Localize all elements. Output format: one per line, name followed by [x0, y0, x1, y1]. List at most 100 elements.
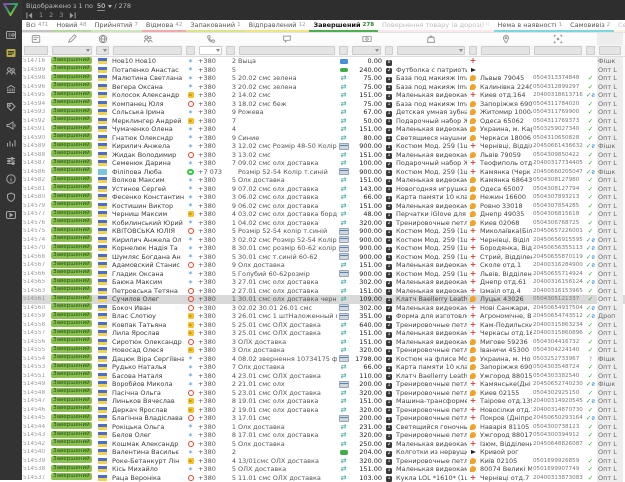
table-row[interactable]: 514553ЗавершенийРудько Наталья*+3807Олх … — [22, 363, 625, 372]
tab-declined[interactable]: Відмова42 — [142, 20, 186, 32]
table-row[interactable]: 514548ЗавершенийПасічна Ольга+380523.01 … — [22, 389, 625, 398]
filter-input-check[interactable] — [586, 46, 595, 55]
filter-input-qty[interactable] — [226, 46, 235, 55]
filter-input-flag[interactable] — [96, 46, 109, 55]
table-row[interactable]: 514587ЗавершенийСеменюк Дарина*+380709.0… — [22, 159, 625, 168]
filter-input-product[interactable] — [397, 46, 465, 55]
table-row[interactable]: 514537ЗавершенийРаца Вероніка+380511.01 … — [22, 474, 625, 482]
table-row[interactable]: 514554ЗавершенийДацюк Віра Сергіївна*+38… — [22, 355, 625, 364]
sidebar-item-video[interactable] — [0, 206, 22, 224]
table-row[interactable]: 514570ЗавершенийКорнелюк Надія Та*+38083… — [22, 244, 625, 253]
column-header-src[interactable] — [184, 33, 197, 45]
table-row[interactable]: 514593ЗавершенийСольська Ірина*+3809Роже… — [22, 108, 625, 117]
column-header-comment[interactable] — [237, 33, 337, 45]
table-row[interactable]: 514538ЗавершенийКісь Михайло*+3805ОЛХ до… — [22, 465, 625, 474]
filter-input-src[interactable] — [186, 46, 195, 55]
filter-input-pqty[interactable] — [385, 46, 393, 55]
sidebar-item-dashboard[interactable] — [0, 26, 22, 44]
table-row[interactable]: 514591ЗавершенийЧумаченко Олена*+3804⇄15… — [22, 125, 625, 134]
table-row[interactable]: 514595ЗавершенийКолосок Александрlc+3802… — [22, 91, 625, 100]
table-row[interactable]: 514567ЗавершенийАдамовский Станис+3809Ол… — [22, 261, 625, 270]
tab-pickup[interactable]: Самовивіз2 — [566, 20, 614, 32]
filter-input-tracking[interactable] — [534, 46, 582, 55]
column-header-check[interactable] — [584, 33, 597, 45]
last-page-icon[interactable] — [69, 12, 76, 19]
table-row[interactable]: 514561ЗавершенийСучилов Олег+380130.01 с… — [22, 295, 625, 304]
table-row[interactable]: 514565ЗавершенийБаюка Максим*+380327.01 … — [22, 278, 625, 287]
table-row[interactable]: 514543ЗавершенийБелов Олег*+380817.01 см… — [22, 431, 625, 440]
table-row[interactable]: 514563ЗавершенийПетровська Тетяна+380227… — [22, 287, 625, 296]
sidebar-item-clients[interactable] — [0, 62, 22, 80]
tab-packed[interactable]: Запакований1 — [186, 20, 244, 32]
sidebar-item-marketing[interactable] — [0, 116, 22, 134]
sidebar-item-settings[interactable] — [0, 152, 22, 170]
table-row[interactable]: 514582ЗавершенийВолков Максим*+3805Олх д… — [22, 176, 625, 185]
page-number[interactable]: 3 — [59, 11, 63, 19]
table-row[interactable]: 514568ЗавершенийШумляс Богдана Ан*+38053… — [22, 253, 625, 262]
filter-input-id[interactable] — [24, 46, 48, 55]
tab-accepted[interactable]: Прийнятий7 — [91, 20, 142, 32]
table-row[interactable]: 514558ЗавершенийКовпак Татьянаlc+380525.… — [22, 321, 625, 330]
sidebar-item-support[interactable] — [0, 188, 22, 206]
column-header-tracking[interactable] — [532, 33, 584, 45]
table-row[interactable]: 514540ЗавершенийВалентина Васильє*+38022… — [22, 448, 625, 457]
table-row[interactable]: 514556ЗавершенийСиротюк Олександр+3803ОЛ… — [22, 338, 625, 347]
table-row[interactable]: 514574ЗавершенийКирилич Анжела Ол*+38030… — [22, 236, 625, 245]
table-row[interactable]: 514542ЗавершенийКошмак Александр+3805Олх… — [22, 440, 625, 449]
table-row[interactable]: 514557ЗавершенийЛила Ярославlc+380325.01… — [22, 329, 625, 338]
table-row[interactable]: 514544ЗавершенийРокіцька Ольга*+3801Олх … — [22, 423, 625, 432]
table-row[interactable]: 514589ЗавершенийКирилич Анжела*+380312.0… — [22, 142, 625, 151]
column-header-tag[interactable] — [597, 33, 623, 45]
column-header-city[interactable] — [479, 33, 532, 45]
filter-input-tag[interactable] — [599, 46, 621, 55]
tab-new[interactable]: Новий48 — [52, 20, 90, 32]
filter-input-ship[interactable] — [469, 46, 477, 55]
table-row[interactable]: 514555ЗавершенийНовосад Олесяlc+3803Олх … — [22, 346, 625, 355]
table-row[interactable]: 514575ЗавершенийКВІТОВСЬКА ЮЛІЯ+3805Розм… — [22, 227, 625, 236]
first-page-icon[interactable] — [26, 12, 33, 19]
table-row[interactable]: 514580ЗавершенийФесенко Константин*+3803… — [22, 193, 625, 202]
tab-completed[interactable]: Завершений278 — [309, 20, 378, 32]
table-row[interactable]: 514566ЗавершенийГладик Оксана*+3805Голуб… — [22, 270, 625, 279]
app-logo-icon[interactable] — [3, 3, 18, 18]
sidebar-item-bank[interactable] — [0, 80, 22, 98]
table-row[interactable]: 514549ЗавершенийВоробйов Микола*+380221.… — [22, 380, 625, 389]
table-row[interactable]: 514579ЗавершенийКостишин Виктор*+380906.… — [22, 202, 625, 211]
sidebar-item-sales[interactable] — [0, 98, 22, 116]
column-header-pay[interactable] — [337, 33, 350, 45]
table-row[interactable]: 514559ЗавершенийВлас Слотюуlc+380326.01 … — [22, 312, 625, 321]
column-header-ship[interactable] — [467, 33, 479, 45]
filter-input-comment[interactable] — [239, 46, 335, 55]
table-row[interactable]: 514551ЗавершенийБасова Наталя*+380423.01… — [22, 372, 625, 381]
filter-input-city[interactable] — [481, 46, 530, 55]
table-row[interactable]: 514716ЗавершенийНов10 Нов10*+3802Выца0.0… — [22, 57, 625, 66]
table-row[interactable]: 514596ЗавершенийВегера Оксана*+380320.02… — [22, 83, 625, 92]
table-row[interactable]: 514590ЗавершенийГнатюк Олексндр*+3809Син… — [22, 134, 625, 143]
column-header-product[interactable] — [395, 33, 467, 45]
table-row[interactable]: 514581ЗавершенийУстинов Сергей*+380907.0… — [22, 185, 625, 194]
sidebar-item-info[interactable] — [0, 170, 22, 188]
column-header-pqty[interactable] — [383, 33, 395, 45]
tab-shipped[interactable]: Відправлений12 — [245, 20, 310, 32]
tab-services[interactable]: Сервіси0 — [614, 20, 625, 32]
filter-input-price[interactable] — [352, 46, 381, 55]
sidebar-item-analytics[interactable] — [0, 134, 22, 152]
table-row[interactable]: 514592ЗавершенийМерклингер Андрейlc+3807… — [22, 117, 625, 126]
filter-input-pay[interactable] — [339, 46, 348, 55]
column-header-qty[interactable] — [224, 33, 237, 45]
column-header-id[interactable] — [22, 33, 50, 45]
table-row[interactable]: 514577ЗавершенийЧерниш Максимlc+380403.0… — [22, 210, 625, 219]
filter-input-name[interactable] — [113, 46, 182, 55]
column-header-price[interactable] — [350, 33, 383, 45]
table-row[interactable]: 514586ЗавершенийФіліпова Люба+7 073Розмі… — [22, 168, 625, 177]
page-number[interactable]: 1 — [39, 11, 43, 19]
table-row[interactable]: 514576ЗавершенийКобилинський Юрий*+38010… — [22, 219, 625, 228]
sidebar-item-orders[interactable] — [0, 44, 22, 62]
page-number[interactable]: 2 — [49, 11, 53, 19]
table-row[interactable]: 514539ЗавершенийРоке-Бетанкурт Лінlc+380… — [22, 457, 625, 466]
table-row[interactable]: 514545ЗавершенийБлагінна Владіслава+3803… — [22, 414, 625, 423]
column-header-name[interactable] — [111, 33, 184, 45]
table-row[interactable]: 514588ЗавершенийЖидак Володимир+380313.0… — [22, 151, 625, 160]
table-row[interactable]: 514547ЗавершенийЛиньков Вячеславlc+38081… — [22, 397, 625, 406]
table-row[interactable]: 514599ЗавершенийПотапенко Анастас*+38052… — [22, 66, 625, 75]
